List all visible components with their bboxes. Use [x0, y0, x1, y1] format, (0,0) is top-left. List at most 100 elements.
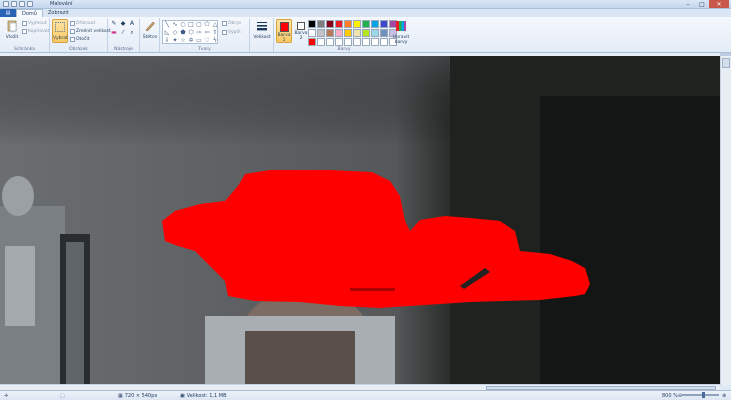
resize-button[interactable]: Změnit velikost	[70, 28, 111, 35]
minimize-button[interactable]: –	[681, 0, 695, 8]
heart-shape-icon[interactable]: ♡	[203, 37, 211, 45]
maximize-button[interactable]: □	[695, 0, 709, 8]
rectangle-shape-icon[interactable]: □	[187, 21, 195, 29]
pencil-icon[interactable]: ✎	[110, 20, 118, 28]
star5-shape-icon[interactable]: ☆	[179, 37, 187, 45]
curve-shape-icon[interactable]: ∿	[171, 21, 179, 29]
line-shape-icon[interactable]: ╲	[163, 21, 171, 29]
color-swatch[interactable]	[335, 20, 343, 28]
vertical-scroll-thumb[interactable]	[722, 58, 730, 68]
color-swatch[interactable]	[308, 29, 316, 37]
tab-file[interactable]: ▤	[0, 9, 16, 17]
arrow-up-shape-icon[interactable]: ⇧	[211, 29, 219, 37]
oval-shape-icon[interactable]: ○	[179, 21, 187, 29]
arrow-right-shape-icon[interactable]: ⇨	[195, 29, 203, 37]
color-swatch[interactable]	[380, 29, 388, 37]
filesize-text: Velikost: 1,1 MB	[186, 393, 227, 399]
color2-button[interactable]: Barva 2	[293, 19, 309, 43]
lightning-shape-icon[interactable]: ϟ	[211, 37, 219, 45]
close-button[interactable]: ✕	[709, 0, 729, 8]
app-menu-icon[interactable]	[3, 1, 9, 7]
color-swatch[interactable]	[371, 38, 379, 46]
color-swatch[interactable]	[335, 29, 343, 37]
brush-icon	[145, 21, 155, 32]
color-swatch[interactable]	[317, 20, 325, 28]
color-swatch[interactable]	[326, 38, 334, 46]
callout-shape-icon[interactable]: ▭	[195, 37, 203, 45]
pentagon-shape-icon[interactable]: ⬟	[179, 29, 187, 37]
rotate-button[interactable]: Otočit	[70, 36, 90, 43]
zoom-in-button[interactable]: ⊕	[722, 392, 726, 400]
ribbon: Vložit Vyjmout Kopírovat Schránka Vybrat…	[0, 17, 731, 53]
star4-shape-icon[interactable]: ✦	[171, 37, 179, 45]
tab-home[interactable]: Domů	[16, 9, 43, 17]
redo-icon[interactable]	[27, 1, 33, 7]
fill-button[interactable]: Výplň	[222, 29, 241, 36]
magnifier-icon[interactable]: ⌕	[128, 29, 136, 37]
color-swatch[interactable]	[317, 38, 325, 46]
color1-swatch	[279, 22, 289, 32]
triangle-shape-icon[interactable]: △	[211, 21, 219, 29]
eraser-icon[interactable]: ▬	[110, 29, 118, 37]
star6-shape-icon[interactable]: ✡	[187, 37, 195, 45]
polygon-shape-icon[interactable]: ⬠	[203, 21, 211, 29]
color-swatch[interactable]	[308, 20, 316, 28]
color-swatch[interactable]	[326, 29, 334, 37]
color-swatch[interactable]	[380, 38, 388, 46]
edit-colors-button[interactable]: Upravit barvy	[391, 19, 411, 45]
arrow-left-shape-icon[interactable]: ⇦	[203, 29, 211, 37]
undo-icon[interactable]	[19, 1, 25, 7]
color-swatch[interactable]	[362, 29, 370, 37]
copy-button[interactable]: Kopírovat	[22, 28, 49, 35]
hexagon-shape-icon[interactable]: ⬡	[187, 29, 195, 37]
diamond-shape-icon[interactable]: ◇	[171, 29, 179, 37]
rounded-rect-shape-icon[interactable]: ▢	[195, 21, 203, 29]
image-group-label: Obrázek	[69, 47, 88, 52]
zoom-in-icon: ⊕	[722, 393, 727, 399]
size-button[interactable]: Velikost	[252, 19, 272, 43]
copy-label: Kopírovat	[28, 29, 50, 34]
outline-button[interactable]: Obrys	[222, 20, 241, 27]
ribbon-tabs: ▤ Domů Zobrazit	[0, 9, 731, 17]
color-swatch[interactable]	[317, 29, 325, 37]
outline-label: Obrys	[228, 21, 242, 26]
color-swatch[interactable]	[326, 20, 334, 28]
select-button[interactable]: Vybrat	[52, 19, 68, 43]
save-icon[interactable]	[11, 1, 17, 7]
color-swatch[interactable]	[308, 38, 316, 46]
color-swatch[interactable]	[353, 20, 361, 28]
cut-button[interactable]: Vyjmout	[22, 20, 47, 27]
crop-button[interactable]: Oříznout	[70, 20, 95, 27]
color-swatch[interactable]	[380, 20, 388, 28]
zoom-slider-knob[interactable]	[702, 392, 705, 398]
color-swatch[interactable]	[371, 29, 379, 37]
rainbow-palette-icon	[396, 21, 406, 31]
color-swatch[interactable]	[344, 38, 352, 46]
fill-icon[interactable]: ◆	[119, 20, 127, 28]
color-swatch[interactable]	[353, 29, 361, 37]
color-swatch[interactable]	[362, 20, 370, 28]
color1-button[interactable]: Barva 1	[276, 19, 292, 43]
tools-group-label: Nástroje	[114, 47, 133, 52]
shapes-gallery: ╲ ∿ ○ □ ▢ ⬠ △ ◺ ◇ ⬟ ⬡ ⇨ ⇦ ⇧ ⇩ ✦ ☆ ✡ ▭ ♡ …	[162, 20, 218, 44]
color-swatch[interactable]	[362, 38, 370, 46]
vertical-scrollbar[interactable]	[720, 56, 731, 385]
color-swatch[interactable]	[335, 38, 343, 46]
colors-group: Barva 1 Barva 2 Upravit barvy Barvy	[274, 18, 414, 52]
color-swatch[interactable]	[344, 29, 352, 37]
right-triangle-shape-icon[interactable]: ◺	[163, 29, 171, 37]
tab-view[interactable]: Zobrazit	[43, 9, 74, 17]
zoom-text: 800 %	[662, 393, 678, 399]
window-controls: – □ ✕	[681, 0, 729, 8]
canvas-image[interactable]	[0, 56, 720, 384]
arrow-down-shape-icon[interactable]: ⇩	[163, 37, 171, 45]
color-swatch[interactable]	[371, 20, 379, 28]
paste-button[interactable]: Vložit	[2, 19, 22, 43]
color-picker-icon[interactable]: ⁄	[119, 29, 127, 37]
color-swatch[interactable]	[344, 20, 352, 28]
file-size: ▣ Velikost: 1,1 MB	[180, 392, 227, 400]
color-swatch[interactable]	[353, 38, 361, 46]
text-icon[interactable]: A	[128, 20, 136, 28]
brushes-button[interactable]: Štětce	[140, 19, 160, 43]
zoom-slider[interactable]	[681, 394, 719, 396]
